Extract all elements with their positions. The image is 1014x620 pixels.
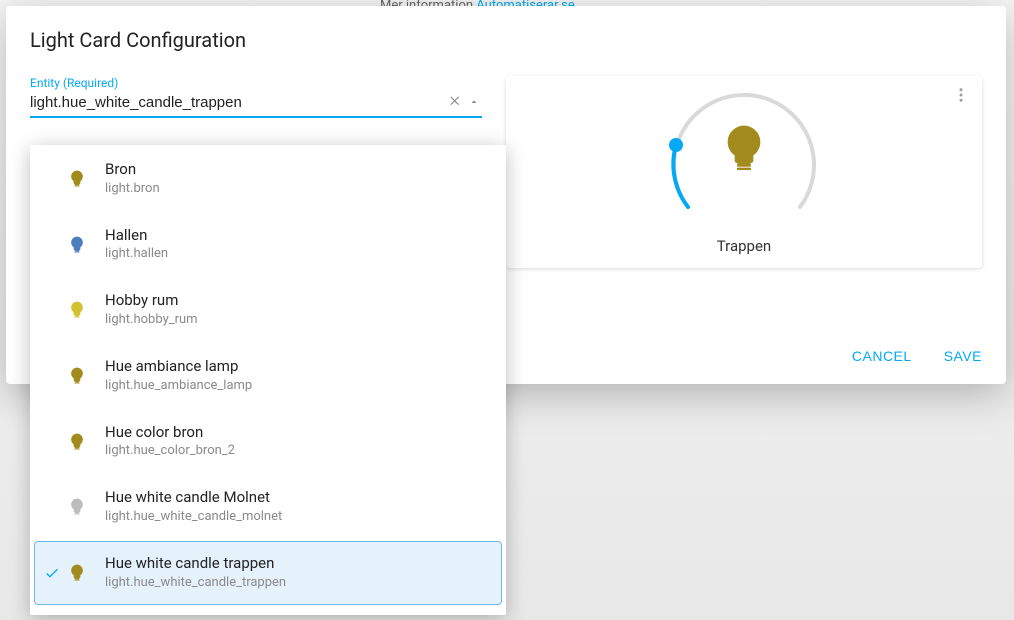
entity-option[interactable]: Hobby rum light.hobby_rum xyxy=(34,278,502,342)
more-icon[interactable] xyxy=(952,86,970,108)
entity-option-name: Hue white candle trappen xyxy=(105,554,286,574)
entity-option-id: light.hallen xyxy=(105,245,168,263)
entity-option-name: Hue color bron xyxy=(105,423,235,443)
bulb-icon xyxy=(67,497,87,517)
bulb-icon xyxy=(67,300,87,320)
preview-card: Trappen xyxy=(506,76,982,268)
bulb-icon xyxy=(716,121,772,181)
brightness-arc[interactable] xyxy=(664,89,824,219)
save-button[interactable]: SAVE xyxy=(940,342,986,370)
cancel-button[interactable]: CANCEL xyxy=(848,342,916,370)
entity-option-id: light.hobby_rum xyxy=(105,311,198,329)
entity-option-name: Hobby rum xyxy=(105,291,198,311)
dropdown-caret-icon[interactable] xyxy=(466,94,482,110)
check-icon xyxy=(43,565,61,581)
entity-option-id: light.hue_ambiance_lamp xyxy=(105,377,252,395)
entity-option[interactable]: Hue white candle Molnet light.hue_white_… xyxy=(34,475,502,539)
entity-option[interactable]: Hue color bron light.hue_color_bron_2 xyxy=(34,410,502,474)
entity-option-name: Hue white candle Molnet xyxy=(105,488,282,508)
entity-input[interactable] xyxy=(30,94,446,111)
bulb-icon xyxy=(67,235,87,255)
entity-option-id: light.hue_white_candle_trappen xyxy=(105,574,286,592)
bulb-icon xyxy=(67,563,87,583)
bulb-icon xyxy=(67,432,87,452)
entity-option-id: light.bron xyxy=(105,180,160,198)
entity-option[interactable]: Hallen light.hallen xyxy=(34,213,502,277)
clear-icon[interactable] xyxy=(446,92,466,112)
entity-field[interactable] xyxy=(30,90,482,118)
entity-option[interactable]: Hue white candle trappen light.hue_white… xyxy=(34,541,502,605)
entity-option-name: Hue ambiance lamp xyxy=(105,357,252,377)
entity-option-name: Bron xyxy=(105,160,160,180)
entity-option-name: Hallen xyxy=(105,226,168,246)
bulb-icon xyxy=(67,169,87,189)
dialog-title: Light Card Configuration xyxy=(6,6,1006,60)
entity-dropdown-scroll[interactable]: Bron light.bron Hallen light.hallen Hobb… xyxy=(30,145,506,615)
entity-option-id: light.hue_color_bron_2 xyxy=(105,442,235,460)
bulb-icon xyxy=(67,366,87,386)
entity-option[interactable]: Hue ambiance lamp light.hue_ambiance_lam… xyxy=(34,344,502,408)
preview-entity-name: Trappen xyxy=(717,237,771,255)
entity-option[interactable]: Bron light.bron xyxy=(34,147,502,211)
entity-dropdown: Bron light.bron Hallen light.hallen Hobb… xyxy=(30,145,506,615)
entity-option-id: light.hue_white_candle_molnet xyxy=(105,508,282,526)
entity-field-label: Entity (Required) xyxy=(30,76,482,90)
